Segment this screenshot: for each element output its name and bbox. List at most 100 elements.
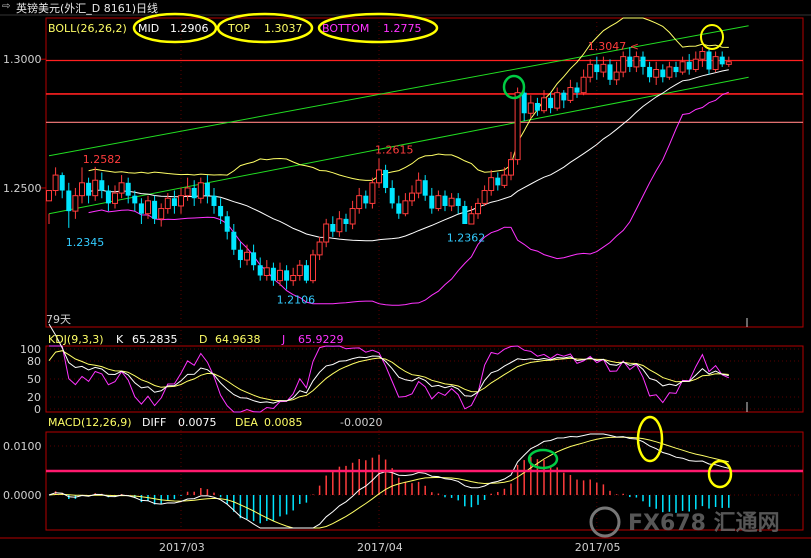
kdj-k-label: K: [116, 333, 124, 346]
time-axis-label: 2017/04: [357, 541, 403, 554]
candle-body: [277, 269, 283, 282]
candle-body: [251, 252, 257, 266]
candle-body: [72, 195, 79, 212]
candle-body: [415, 179, 422, 194]
candle-body: [534, 102, 540, 111]
candle-body: [554, 92, 561, 109]
time-axis-label: 2017/05: [575, 541, 621, 554]
boll-bottom-label: BOTTOM: [322, 22, 369, 35]
candle-body: [112, 192, 118, 204]
candle-body: [52, 174, 59, 192]
kdj-y-tick-label: 20: [27, 391, 41, 404]
candle-body: [343, 218, 349, 224]
candle-body: [561, 92, 567, 101]
candle-body: [178, 195, 184, 207]
candle-body: [580, 76, 587, 94]
candle-body: [138, 203, 144, 214]
candle-body: [152, 200, 158, 219]
candle-body: [548, 97, 554, 109]
candle-body: [633, 56, 640, 68]
candle-body: [270, 267, 276, 281]
candle-body: [99, 180, 105, 191]
candle-body: [435, 195, 442, 210]
candle-body: [666, 66, 673, 78]
candle-body: [86, 182, 92, 196]
candle-body: [600, 63, 607, 73]
candle-body: [197, 182, 204, 199]
candle-body: [336, 218, 343, 233]
kdj-y-tick-label: 100: [20, 343, 41, 356]
annotation-low-c: 1.2362: [447, 231, 486, 244]
candle-body: [508, 159, 514, 176]
kdj-d-value: 64.9638: [215, 333, 261, 346]
candle-body: [66, 190, 72, 212]
annotation-low-a: 1.2345: [66, 236, 105, 249]
price-y-tick-label: 1.2500: [3, 182, 42, 195]
candle-body: [125, 182, 131, 196]
annotation-high-c: 1.3047 <: [588, 40, 639, 53]
period-count-label: 79天: [46, 313, 71, 326]
kdj-d-label: D: [199, 333, 207, 346]
candle-body: [323, 223, 330, 243]
candle-body: [422, 180, 428, 196]
candle-body: [647, 66, 653, 78]
candle-body: [79, 182, 85, 197]
macd-diff-label: DIFF: [142, 416, 166, 429]
candle-body: [118, 182, 125, 194]
boll-bottom-value: 1.2775: [383, 22, 422, 35]
candle-body: [316, 241, 323, 256]
boll-top-value: 1.3037: [264, 22, 303, 35]
candle-body: [719, 56, 725, 65]
candle-body: [383, 169, 389, 188]
candle-body: [567, 87, 574, 101]
candle-body: [673, 66, 679, 73]
candle-body: [231, 231, 237, 250]
annotation-ellipse-macd-peak: [636, 415, 664, 463]
candle-body: [356, 195, 363, 210]
candle-body: [692, 58, 699, 71]
candle-body: [653, 69, 660, 78]
stock-chart-canvas: 1.3000 1.2500 2017/03 2017/04 2017/05 1.2582 1…: [0, 12, 811, 554]
kdj-y-tick-label: 80: [27, 355, 41, 368]
kdj-k-value: 65.2835: [132, 333, 178, 346]
candle-body: [164, 197, 171, 210]
candle-body: [686, 61, 692, 70]
candle-body: [521, 92, 527, 114]
candle-body: [462, 205, 468, 224]
candle-body: [706, 51, 712, 70]
candle-body: [224, 216, 230, 232]
candle-body: [448, 197, 455, 207]
candle-body: [158, 208, 165, 220]
candle-body: [310, 254, 316, 282]
candle-body: [613, 71, 620, 81]
candle-body: [92, 179, 99, 197]
candle-body: [184, 187, 191, 197]
window-title-bar: ⇨ 英镑美元(外汇_D 8161)日线: [0, 0, 811, 15]
trend-channel-upper: [48, 25, 749, 157]
candle-body: [488, 177, 495, 192]
candle-body: [712, 56, 719, 70]
candle-body: [475, 202, 481, 215]
candle-body: [541, 97, 547, 112]
candle-body: [389, 187, 395, 204]
kdj-j-value: 65.9229: [298, 333, 344, 346]
macd-legend-name: MACD(12,26,9): [48, 416, 132, 429]
candle-body: [396, 203, 402, 214]
candle-body: [330, 224, 336, 232]
candle-body: [679, 61, 686, 73]
candle-body: [218, 205, 224, 217]
candle-body: [429, 195, 435, 209]
kdj-j-label: J: [281, 333, 285, 346]
candle-body: [303, 265, 309, 281]
candle-body: [409, 192, 415, 202]
app-icon: ⇨: [2, 1, 11, 12]
candle-body: [105, 190, 111, 204]
candle-body: [257, 265, 263, 276]
candle-body: [369, 182, 376, 204]
window-title: 英镑美元(外汇_D 8161)日线: [16, 2, 159, 15]
candle-body: [204, 182, 210, 196]
candle-body: [145, 200, 151, 215]
candle-body: [237, 249, 243, 261]
candle-body: [349, 208, 356, 225]
annotation-high-b: 1.2615: [375, 143, 414, 156]
